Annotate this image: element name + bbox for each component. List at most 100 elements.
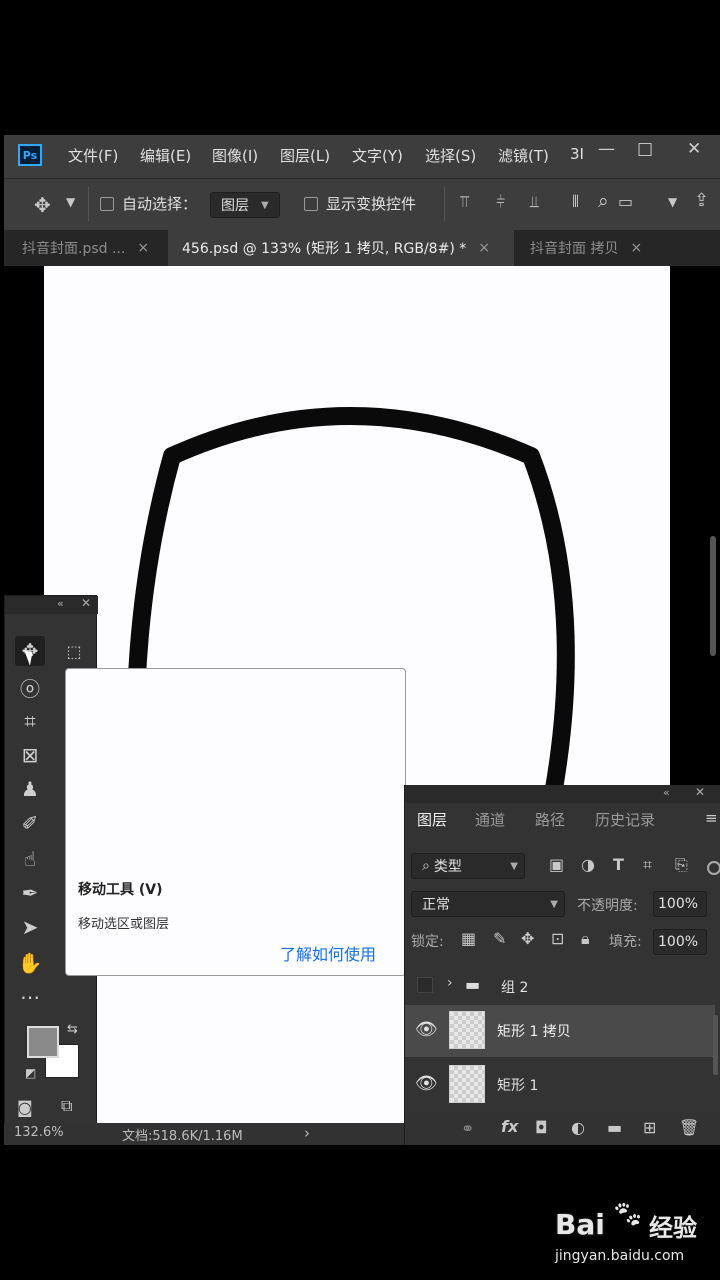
menu-select[interactable]: 选择(S) bbox=[425, 145, 476, 166]
lock-all-icon[interactable]: 🔒︎ bbox=[581, 929, 590, 949]
watermark-brand-2: 经验 bbox=[649, 1214, 697, 1242]
minimize-button[interactable]: — bbox=[598, 139, 615, 159]
chevron-down-icon[interactable]: ▼ bbox=[668, 195, 677, 209]
options-bar: ✥ ▼ 自动选择： 图层 ▼ 显示变换控件 ⫪ ⫩ ⫫ ⦀ ⌕ ▭ ▼ ⇪ bbox=[4, 178, 720, 231]
swap-colors-icon[interactable]: ⇆ bbox=[67, 1022, 78, 1037]
vertical-scrollbar[interactable] bbox=[710, 536, 716, 656]
restore-button[interactable]: □ bbox=[637, 139, 653, 159]
distribute-icon[interactable]: ⦀ bbox=[572, 192, 579, 212]
ps-logo[interactable]: Ps bbox=[18, 144, 42, 166]
close-icon[interactable]: ✕ bbox=[695, 785, 705, 799]
align-top-icon[interactable]: ⫪ bbox=[460, 192, 469, 212]
layer-row[interactable]: 👁︎ 矩形 1 bbox=[405, 1059, 715, 1111]
tab-456-psd[interactable]: 456.psd @ 133% (矩形 1 拷贝, RGB/8#) * × bbox=[168, 230, 514, 266]
smart-object-filter-icon[interactable]: ⎘ bbox=[675, 855, 688, 875]
tab-douyin-copy[interactable]: 抖音封面 拷贝 × bbox=[516, 230, 720, 266]
align-vcenter-icon[interactable]: ⫩ bbox=[496, 192, 505, 212]
zoom-level[interactable]: 132.6% bbox=[14, 1125, 64, 1140]
lock-pixels-icon[interactable]: ✎ bbox=[493, 929, 506, 948]
new-layer-icon[interactable]: ⊞ bbox=[643, 1118, 656, 1137]
close-window-button[interactable]: ✕ bbox=[687, 139, 701, 159]
more-tools-icon[interactable]: ⋯ bbox=[15, 982, 45, 1012]
hand-tool-icon[interactable]: ✋ bbox=[15, 948, 45, 978]
show-transform-checkbox[interactable] bbox=[304, 197, 318, 211]
close-icon[interactable]: × bbox=[630, 240, 642, 256]
close-icon[interactable]: ✕ bbox=[81, 596, 91, 610]
crop-tool-icon[interactable]: ⌗ bbox=[15, 706, 45, 736]
opacity-field[interactable]: 100% bbox=[653, 891, 707, 917]
share-icon[interactable]: ⇪ bbox=[694, 190, 709, 211]
auto-select-dropdown[interactable]: 图层 ▼ bbox=[210, 192, 280, 218]
link-icon[interactable]: ⚭ bbox=[461, 1119, 474, 1138]
menu-file[interactable]: 文件(F) bbox=[68, 145, 118, 166]
adjustment-filter-icon[interactable]: ◑ bbox=[581, 855, 595, 874]
blend-mode-dropdown[interactable]: 正常 ▼ bbox=[411, 891, 565, 917]
foreground-color-swatch[interactable] bbox=[27, 1026, 59, 1058]
frame-tool-icon[interactable]: ⊠ bbox=[15, 740, 45, 770]
toolbox-header[interactable]: « ✕ bbox=[5, 596, 98, 614]
screen-mode-icon[interactable]: ⧉ bbox=[61, 1096, 72, 1116]
trash-icon[interactable]: 🗑︎ bbox=[679, 1118, 699, 1137]
close-icon[interactable]: × bbox=[137, 240, 149, 256]
quick-mask-icon[interactable]: ◙ bbox=[17, 1098, 33, 1117]
menu-filter[interactable]: 滤镜(T) bbox=[498, 145, 549, 166]
stamp-tool-icon[interactable]: ♟ bbox=[15, 774, 45, 804]
lock-position-icon[interactable]: ✥ bbox=[521, 929, 534, 948]
menu-3d[interactable]: 3I bbox=[570, 145, 584, 163]
tab-layers[interactable]: 图层 bbox=[417, 809, 447, 830]
folder-icon[interactable]: ▬ bbox=[607, 1118, 622, 1137]
filter-toggle-icon[interactable] bbox=[707, 861, 720, 875]
collapse-icon[interactable]: « bbox=[57, 597, 64, 610]
eye-icon[interactable]: 👁︎ bbox=[415, 1019, 438, 1040]
adjustment-icon[interactable]: ◐ bbox=[571, 1118, 585, 1137]
tab-paths[interactable]: 路径 bbox=[535, 809, 565, 830]
fill-label: 填充: bbox=[609, 934, 642, 950]
marquee-tool-icon[interactable]: ⬚ bbox=[59, 636, 89, 666]
shape-filter-icon[interactable]: ⌗ bbox=[643, 855, 652, 875]
watermark-url: jingyan.baidu.com bbox=[555, 1248, 685, 1264]
default-colors-icon[interactable]: ◩ bbox=[25, 1066, 36, 1080]
align-bottom-icon[interactable]: ⫫ bbox=[530, 192, 539, 212]
menu-type[interactable]: 文字(Y) bbox=[352, 145, 403, 166]
learn-how-link[interactable]: 了解如何使用 bbox=[280, 941, 376, 965]
mask-icon[interactable]: ◘ bbox=[535, 1118, 548, 1137]
tab-douyin-cover[interactable]: 抖音封面.psd ... × bbox=[4, 230, 166, 266]
chevron-down-icon: ▼ bbox=[510, 860, 518, 872]
pixel-filter-icon[interactable]: ▣ bbox=[549, 855, 564, 874]
move-tool-icon[interactable]: ✥ bbox=[34, 193, 51, 217]
document-tabs: 抖音封面.psd ... × 456.psd @ 133% (矩形 1 拷贝, … bbox=[4, 230, 720, 266]
pen-tool-icon[interactable]: ✒ bbox=[15, 878, 45, 908]
type-filter-icon[interactable]: T bbox=[613, 855, 624, 874]
search-icon[interactable]: ⌕ bbox=[598, 190, 609, 212]
panel-header[interactable]: « ✕ bbox=[405, 785, 720, 803]
close-icon[interactable]: × bbox=[478, 240, 490, 256]
fill-field[interactable]: 100% bbox=[653, 929, 707, 955]
chevron-down-icon[interactable]: ▼ bbox=[66, 195, 75, 209]
layer-row-selected[interactable]: 👁︎ 矩形 1 拷贝 bbox=[405, 1005, 715, 1057]
eye-icon[interactable]: 👁︎ bbox=[415, 1073, 438, 1094]
frame-icon[interactable]: ▭ bbox=[618, 192, 633, 211]
layer-filter-dropdown[interactable]: ⌕ 类型 ▼ bbox=[411, 853, 525, 879]
fx-icon[interactable]: fx bbox=[501, 1117, 518, 1136]
panel-menu-icon[interactable]: ≡ bbox=[705, 809, 718, 827]
eraser-tool-icon[interactable]: ✐ bbox=[15, 808, 45, 838]
collapse-icon[interactable]: « bbox=[663, 786, 670, 799]
layer-row-group[interactable]: › ▬ 组 2 bbox=[405, 965, 715, 1005]
filter-value: 类型 bbox=[433, 859, 462, 875]
layers-scrollbar[interactable] bbox=[713, 1015, 718, 1075]
tab-channels[interactable]: 通道 bbox=[475, 809, 505, 830]
tab-history[interactable]: 历史记录 bbox=[595, 809, 655, 830]
menu-edit[interactable]: 编辑(E) bbox=[140, 145, 191, 166]
menu-layer[interactable]: 图层(L) bbox=[280, 145, 330, 166]
lock-transparency-icon[interactable]: ▦ bbox=[461, 929, 476, 948]
lasso-tool-icon[interactable]: ⓞ bbox=[15, 672, 45, 702]
menu-image[interactable]: 图像(I) bbox=[212, 145, 258, 166]
status-arrow-icon[interactable]: › bbox=[304, 1124, 310, 1142]
opacity-value: 100% bbox=[658, 896, 699, 912]
visibility-toggle[interactable] bbox=[417, 977, 433, 993]
smudge-tool-icon[interactable]: ☝ bbox=[15, 844, 45, 874]
lock-artboard-icon[interactable]: ⊡ bbox=[551, 929, 564, 948]
chevron-right-icon[interactable]: › bbox=[447, 975, 453, 991]
auto-select-checkbox[interactable] bbox=[100, 197, 114, 211]
selection-arrow-icon[interactable]: ➤ bbox=[15, 912, 45, 942]
